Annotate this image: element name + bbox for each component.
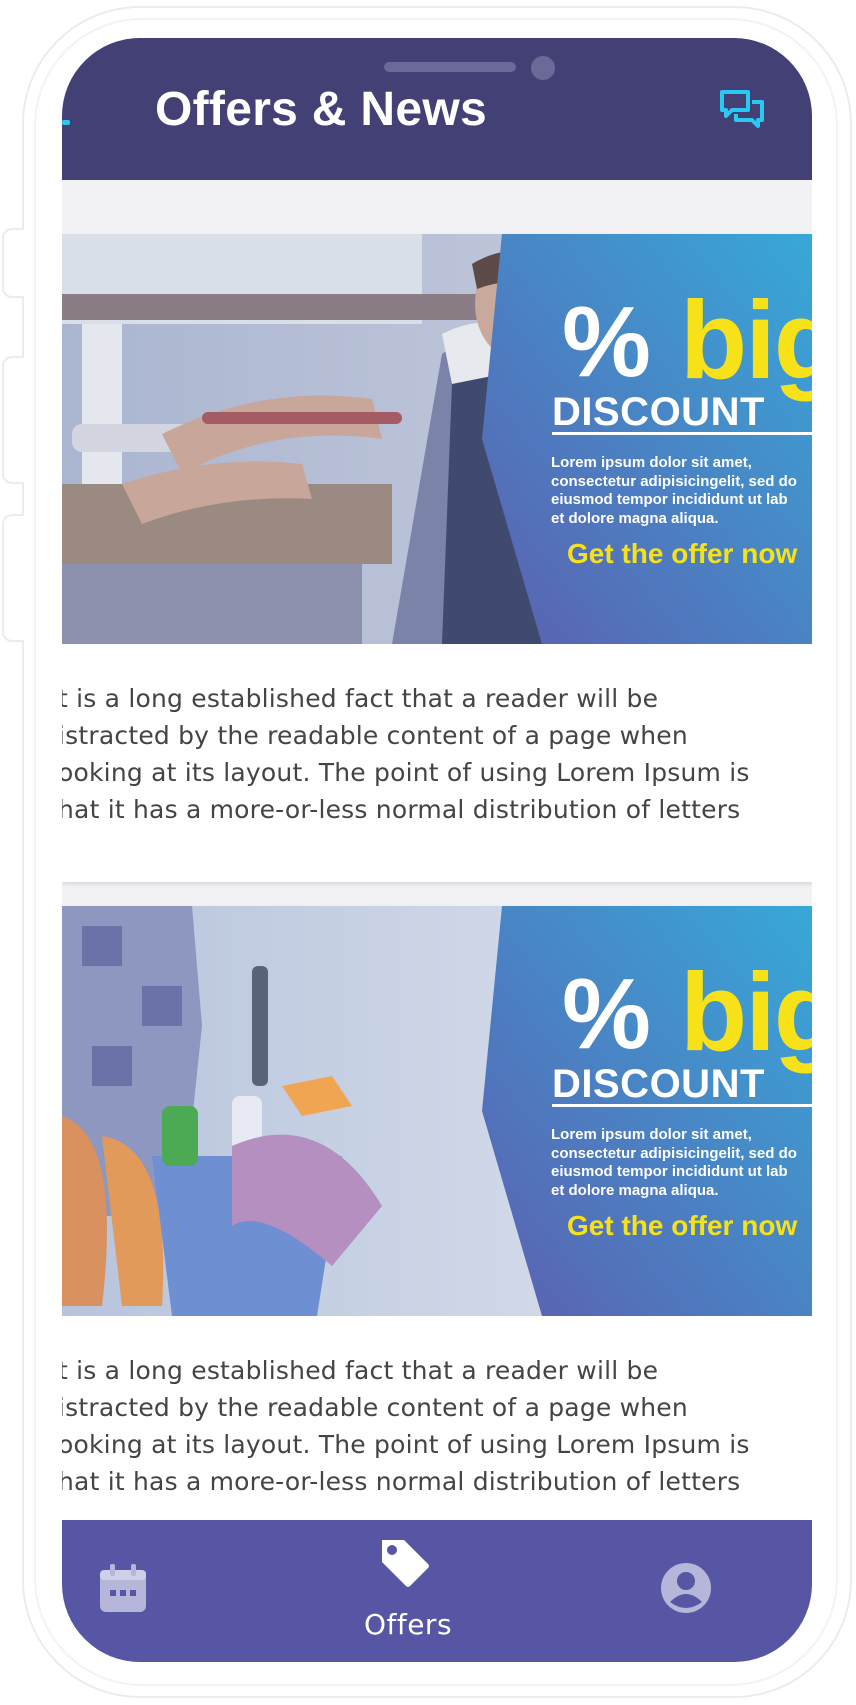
description-line: hat it has a more-or-less normal distrib… xyxy=(62,795,741,824)
bottom-nav: Offers xyxy=(62,1520,812,1662)
divider xyxy=(552,432,812,435)
side-button-top xyxy=(2,228,24,298)
back-button[interactable] xyxy=(62,120,70,125)
get-offer-link[interactable]: Get the offer now xyxy=(567,538,797,570)
discount-heading: DISCOUNT xyxy=(552,390,765,434)
description-line: t is a long established fact that a read… xyxy=(62,684,659,713)
promo-line: Lorem ipsum dolor sit amet, xyxy=(551,1126,752,1143)
promo-line: eiusmod tempor incididunt ut lab xyxy=(551,1163,788,1180)
promo-line: consectetur adipisicingelit, sed do xyxy=(551,1144,797,1162)
divider xyxy=(552,1104,812,1107)
promo-text: Lorem ipsum dolor sit amet, consectetur … xyxy=(551,1126,812,1200)
app-header: Offers & News xyxy=(62,38,812,180)
description-line: istracted by the readable content of a p… xyxy=(62,1393,688,1422)
volume-down-button xyxy=(2,514,24,642)
calendar-icon[interactable] xyxy=(98,1562,148,1614)
get-offer-link[interactable]: Get the offer now xyxy=(567,1210,797,1242)
profile-icon[interactable] xyxy=(660,1562,712,1614)
promo-line: eiusmod tempor incididunt ut lab xyxy=(551,491,788,508)
description-line: ooking at its layout. The point of using… xyxy=(62,758,750,787)
offer-description: t is a long established fact that a read… xyxy=(62,1352,812,1500)
volume-up-button xyxy=(2,356,24,484)
tag-icon[interactable] xyxy=(378,1536,432,1590)
front-camera xyxy=(531,56,555,80)
discount-heading: DISCOUNT xyxy=(552,1062,765,1106)
big-word: big xyxy=(680,951,812,1074)
promo-text: Lorem ipsum dolor sit amet, consectetur … xyxy=(551,454,812,528)
nav-label-offers[interactable]: Offers xyxy=(352,1608,464,1641)
promo-line: consectetur adipisicingelit, sed do xyxy=(551,472,797,490)
description-line: ooking at its layout. The point of using… xyxy=(62,1430,750,1459)
big-word: big xyxy=(680,279,812,402)
speaker-grille xyxy=(384,62,516,72)
description-line: hat it has a more-or-less normal distrib… xyxy=(62,1467,741,1496)
offer-description: t is a long established fact that a read… xyxy=(62,680,812,828)
offer-banner[interactable]: % big DISCOUNT Lorem ipsum dolor sit ame… xyxy=(62,906,812,1316)
description-line: istracted by the readable content of a p… xyxy=(62,721,688,750)
app-screen: Offers & News % big DISCOUNT Lorem ipsum… xyxy=(62,38,812,1662)
percent-symbol: % xyxy=(562,286,651,398)
percent-symbol: % xyxy=(562,958,651,1070)
offer-card[interactable]: % big DISCOUNT Lorem ipsum dolor sit ame… xyxy=(62,906,812,1526)
promo-line: Lorem ipsum dolor sit amet, xyxy=(551,454,752,471)
offer-card[interactable]: % big DISCOUNT Lorem ipsum dolor sit ame… xyxy=(62,234,812,882)
page-title: Offers & News xyxy=(155,83,488,136)
promo-line: et dolore magna aliqua. xyxy=(551,1181,719,1199)
description-line: t is a long established fact that a read… xyxy=(62,1356,659,1385)
offer-banner[interactable]: % big DISCOUNT Lorem ipsum dolor sit ame… xyxy=(62,234,812,644)
promo-line: et dolore magna aliqua. xyxy=(551,509,719,527)
chat-bubbles-icon[interactable] xyxy=(718,88,766,132)
